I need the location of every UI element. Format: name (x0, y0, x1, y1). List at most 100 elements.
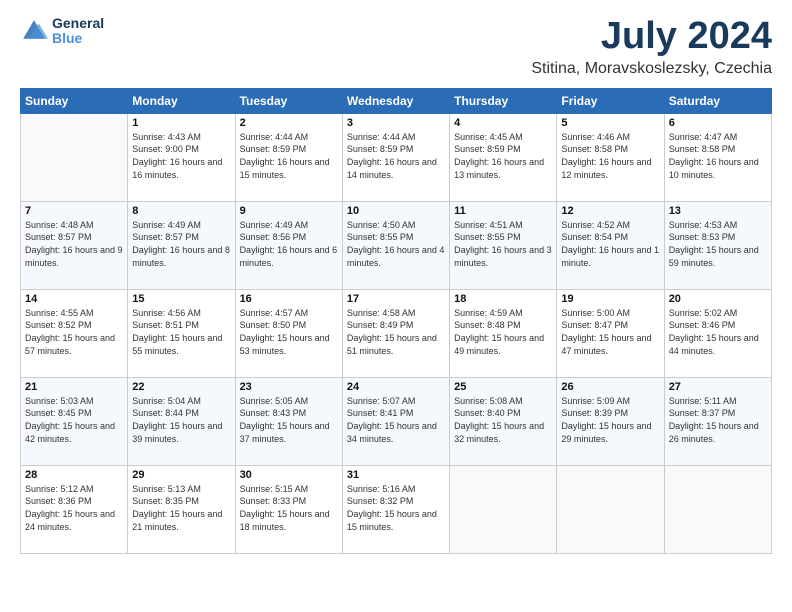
day-info: Sunrise: 4:59 AMSunset: 8:48 PMDaylight:… (454, 307, 552, 357)
logo-line1: General (52, 16, 104, 31)
calendar-cell: 30 Sunrise: 5:15 AMSunset: 8:33 PMDaylig… (235, 465, 342, 553)
calendar-cell: 3 Sunrise: 4:44 AMSunset: 8:59 PMDayligh… (342, 113, 449, 201)
day-number: 9 (240, 205, 338, 217)
day-info: Sunrise: 5:13 AMSunset: 8:35 PMDaylight:… (132, 483, 230, 533)
day-number: 19 (561, 293, 659, 305)
logo-line2: Blue (52, 31, 104, 46)
calendar-cell: 8 Sunrise: 4:49 AMSunset: 8:57 PMDayligh… (128, 201, 235, 289)
day-info: Sunrise: 4:44 AMSunset: 8:59 PMDaylight:… (347, 131, 445, 181)
calendar-cell: 5 Sunrise: 4:46 AMSunset: 8:58 PMDayligh… (557, 113, 664, 201)
header: General Blue July 2024 Stitina, Moravsko… (20, 16, 772, 78)
day-info: Sunrise: 4:51 AMSunset: 8:55 PMDaylight:… (454, 219, 552, 269)
day-info: Sunrise: 5:04 AMSunset: 8:44 PMDaylight:… (132, 395, 230, 445)
calendar-cell: 25 Sunrise: 5:08 AMSunset: 8:40 PMDaylig… (450, 377, 557, 465)
calendar-cell: 11 Sunrise: 4:51 AMSunset: 8:55 PMDaylig… (450, 201, 557, 289)
day-info: Sunrise: 4:47 AMSunset: 8:58 PMDaylight:… (669, 131, 767, 181)
day-number: 14 (25, 293, 123, 305)
calendar-cell: 19 Sunrise: 5:00 AMSunset: 8:47 PMDaylig… (557, 289, 664, 377)
day-info: Sunrise: 5:08 AMSunset: 8:40 PMDaylight:… (454, 395, 552, 445)
calendar-cell: 7 Sunrise: 4:48 AMSunset: 8:57 PMDayligh… (21, 201, 128, 289)
day-number: 11 (454, 205, 552, 217)
day-number: 6 (669, 117, 767, 129)
calendar-week-row: 14 Sunrise: 4:55 AMSunset: 8:52 PMDaylig… (21, 289, 772, 377)
day-info: Sunrise: 4:45 AMSunset: 8:59 PMDaylight:… (454, 131, 552, 181)
calendar-cell: 14 Sunrise: 4:55 AMSunset: 8:52 PMDaylig… (21, 289, 128, 377)
calendar-cell: 6 Sunrise: 4:47 AMSunset: 8:58 PMDayligh… (664, 113, 771, 201)
day-number: 25 (454, 381, 552, 393)
day-info: Sunrise: 5:15 AMSunset: 8:33 PMDaylight:… (240, 483, 338, 533)
calendar-header-row: SundayMondayTuesdayWednesdayThursdayFrid… (21, 88, 772, 113)
calendar-cell: 1 Sunrise: 4:43 AMSunset: 9:00 PMDayligh… (128, 113, 235, 201)
day-info: Sunrise: 4:46 AMSunset: 8:58 PMDaylight:… (561, 131, 659, 181)
calendar-cell: 13 Sunrise: 4:53 AMSunset: 8:53 PMDaylig… (664, 201, 771, 289)
calendar-cell (21, 113, 128, 201)
calendar-cell (450, 465, 557, 553)
day-number: 4 (454, 117, 552, 129)
page: General Blue July 2024 Stitina, Moravsko… (0, 0, 792, 612)
calendar-day-header: Thursday (450, 88, 557, 113)
day-number: 18 (454, 293, 552, 305)
day-info: Sunrise: 4:52 AMSunset: 8:54 PMDaylight:… (561, 219, 659, 269)
day-number: 27 (669, 381, 767, 393)
day-info: Sunrise: 5:03 AMSunset: 8:45 PMDaylight:… (25, 395, 123, 445)
calendar-cell: 23 Sunrise: 5:05 AMSunset: 8:43 PMDaylig… (235, 377, 342, 465)
calendar-cell: 20 Sunrise: 5:02 AMSunset: 8:46 PMDaylig… (664, 289, 771, 377)
calendar-cell: 16 Sunrise: 4:57 AMSunset: 8:50 PMDaylig… (235, 289, 342, 377)
calendar-cell (664, 465, 771, 553)
calendar-cell: 26 Sunrise: 5:09 AMSunset: 8:39 PMDaylig… (557, 377, 664, 465)
day-info: Sunrise: 5:07 AMSunset: 8:41 PMDaylight:… (347, 395, 445, 445)
day-info: Sunrise: 4:50 AMSunset: 8:55 PMDaylight:… (347, 219, 445, 269)
day-number: 23 (240, 381, 338, 393)
day-info: Sunrise: 5:00 AMSunset: 8:47 PMDaylight:… (561, 307, 659, 357)
day-number: 7 (25, 205, 123, 217)
title-block: July 2024 Stitina, Moravskoslezsky, Czec… (531, 16, 772, 78)
day-info: Sunrise: 4:49 AMSunset: 8:56 PMDaylight:… (240, 219, 338, 269)
day-info: Sunrise: 4:49 AMSunset: 8:57 PMDaylight:… (132, 219, 230, 269)
calendar-cell: 29 Sunrise: 5:13 AMSunset: 8:35 PMDaylig… (128, 465, 235, 553)
day-number: 10 (347, 205, 445, 217)
calendar-day-header: Tuesday (235, 88, 342, 113)
logo-icon (20, 17, 48, 45)
logo-text: General Blue (52, 16, 104, 47)
day-number: 3 (347, 117, 445, 129)
day-number: 21 (25, 381, 123, 393)
calendar-cell: 21 Sunrise: 5:03 AMSunset: 8:45 PMDaylig… (21, 377, 128, 465)
day-number: 24 (347, 381, 445, 393)
calendar-cell (557, 465, 664, 553)
day-number: 16 (240, 293, 338, 305)
subtitle: Stitina, Moravskoslezsky, Czechia (531, 60, 772, 78)
calendar-week-row: 1 Sunrise: 4:43 AMSunset: 9:00 PMDayligh… (21, 113, 772, 201)
day-info: Sunrise: 5:02 AMSunset: 8:46 PMDaylight:… (669, 307, 767, 357)
calendar-week-row: 28 Sunrise: 5:12 AMSunset: 8:36 PMDaylig… (21, 465, 772, 553)
day-info: Sunrise: 5:12 AMSunset: 8:36 PMDaylight:… (25, 483, 123, 533)
day-number: 22 (132, 381, 230, 393)
day-number: 28 (25, 469, 123, 481)
day-number: 31 (347, 469, 445, 481)
day-number: 30 (240, 469, 338, 481)
calendar-day-header: Wednesday (342, 88, 449, 113)
day-info: Sunrise: 4:53 AMSunset: 8:53 PMDaylight:… (669, 219, 767, 269)
calendar-day-header: Monday (128, 88, 235, 113)
calendar-week-row: 7 Sunrise: 4:48 AMSunset: 8:57 PMDayligh… (21, 201, 772, 289)
day-number: 20 (669, 293, 767, 305)
day-number: 13 (669, 205, 767, 217)
day-info: Sunrise: 4:58 AMSunset: 8:49 PMDaylight:… (347, 307, 445, 357)
day-number: 29 (132, 469, 230, 481)
day-number: 8 (132, 205, 230, 217)
day-info: Sunrise: 5:05 AMSunset: 8:43 PMDaylight:… (240, 395, 338, 445)
calendar-cell: 18 Sunrise: 4:59 AMSunset: 8:48 PMDaylig… (450, 289, 557, 377)
calendar-cell: 31 Sunrise: 5:16 AMSunset: 8:32 PMDaylig… (342, 465, 449, 553)
calendar-cell: 10 Sunrise: 4:50 AMSunset: 8:55 PMDaylig… (342, 201, 449, 289)
logo: General Blue (20, 16, 104, 47)
day-number: 1 (132, 117, 230, 129)
day-number: 17 (347, 293, 445, 305)
calendar-cell: 22 Sunrise: 5:04 AMSunset: 8:44 PMDaylig… (128, 377, 235, 465)
day-info: Sunrise: 4:56 AMSunset: 8:51 PMDaylight:… (132, 307, 230, 357)
calendar-table: SundayMondayTuesdayWednesdayThursdayFrid… (20, 88, 772, 554)
calendar-cell: 17 Sunrise: 4:58 AMSunset: 8:49 PMDaylig… (342, 289, 449, 377)
calendar-day-header: Sunday (21, 88, 128, 113)
day-info: Sunrise: 4:57 AMSunset: 8:50 PMDaylight:… (240, 307, 338, 357)
calendar-cell: 9 Sunrise: 4:49 AMSunset: 8:56 PMDayligh… (235, 201, 342, 289)
calendar-cell: 2 Sunrise: 4:44 AMSunset: 8:59 PMDayligh… (235, 113, 342, 201)
day-number: 26 (561, 381, 659, 393)
